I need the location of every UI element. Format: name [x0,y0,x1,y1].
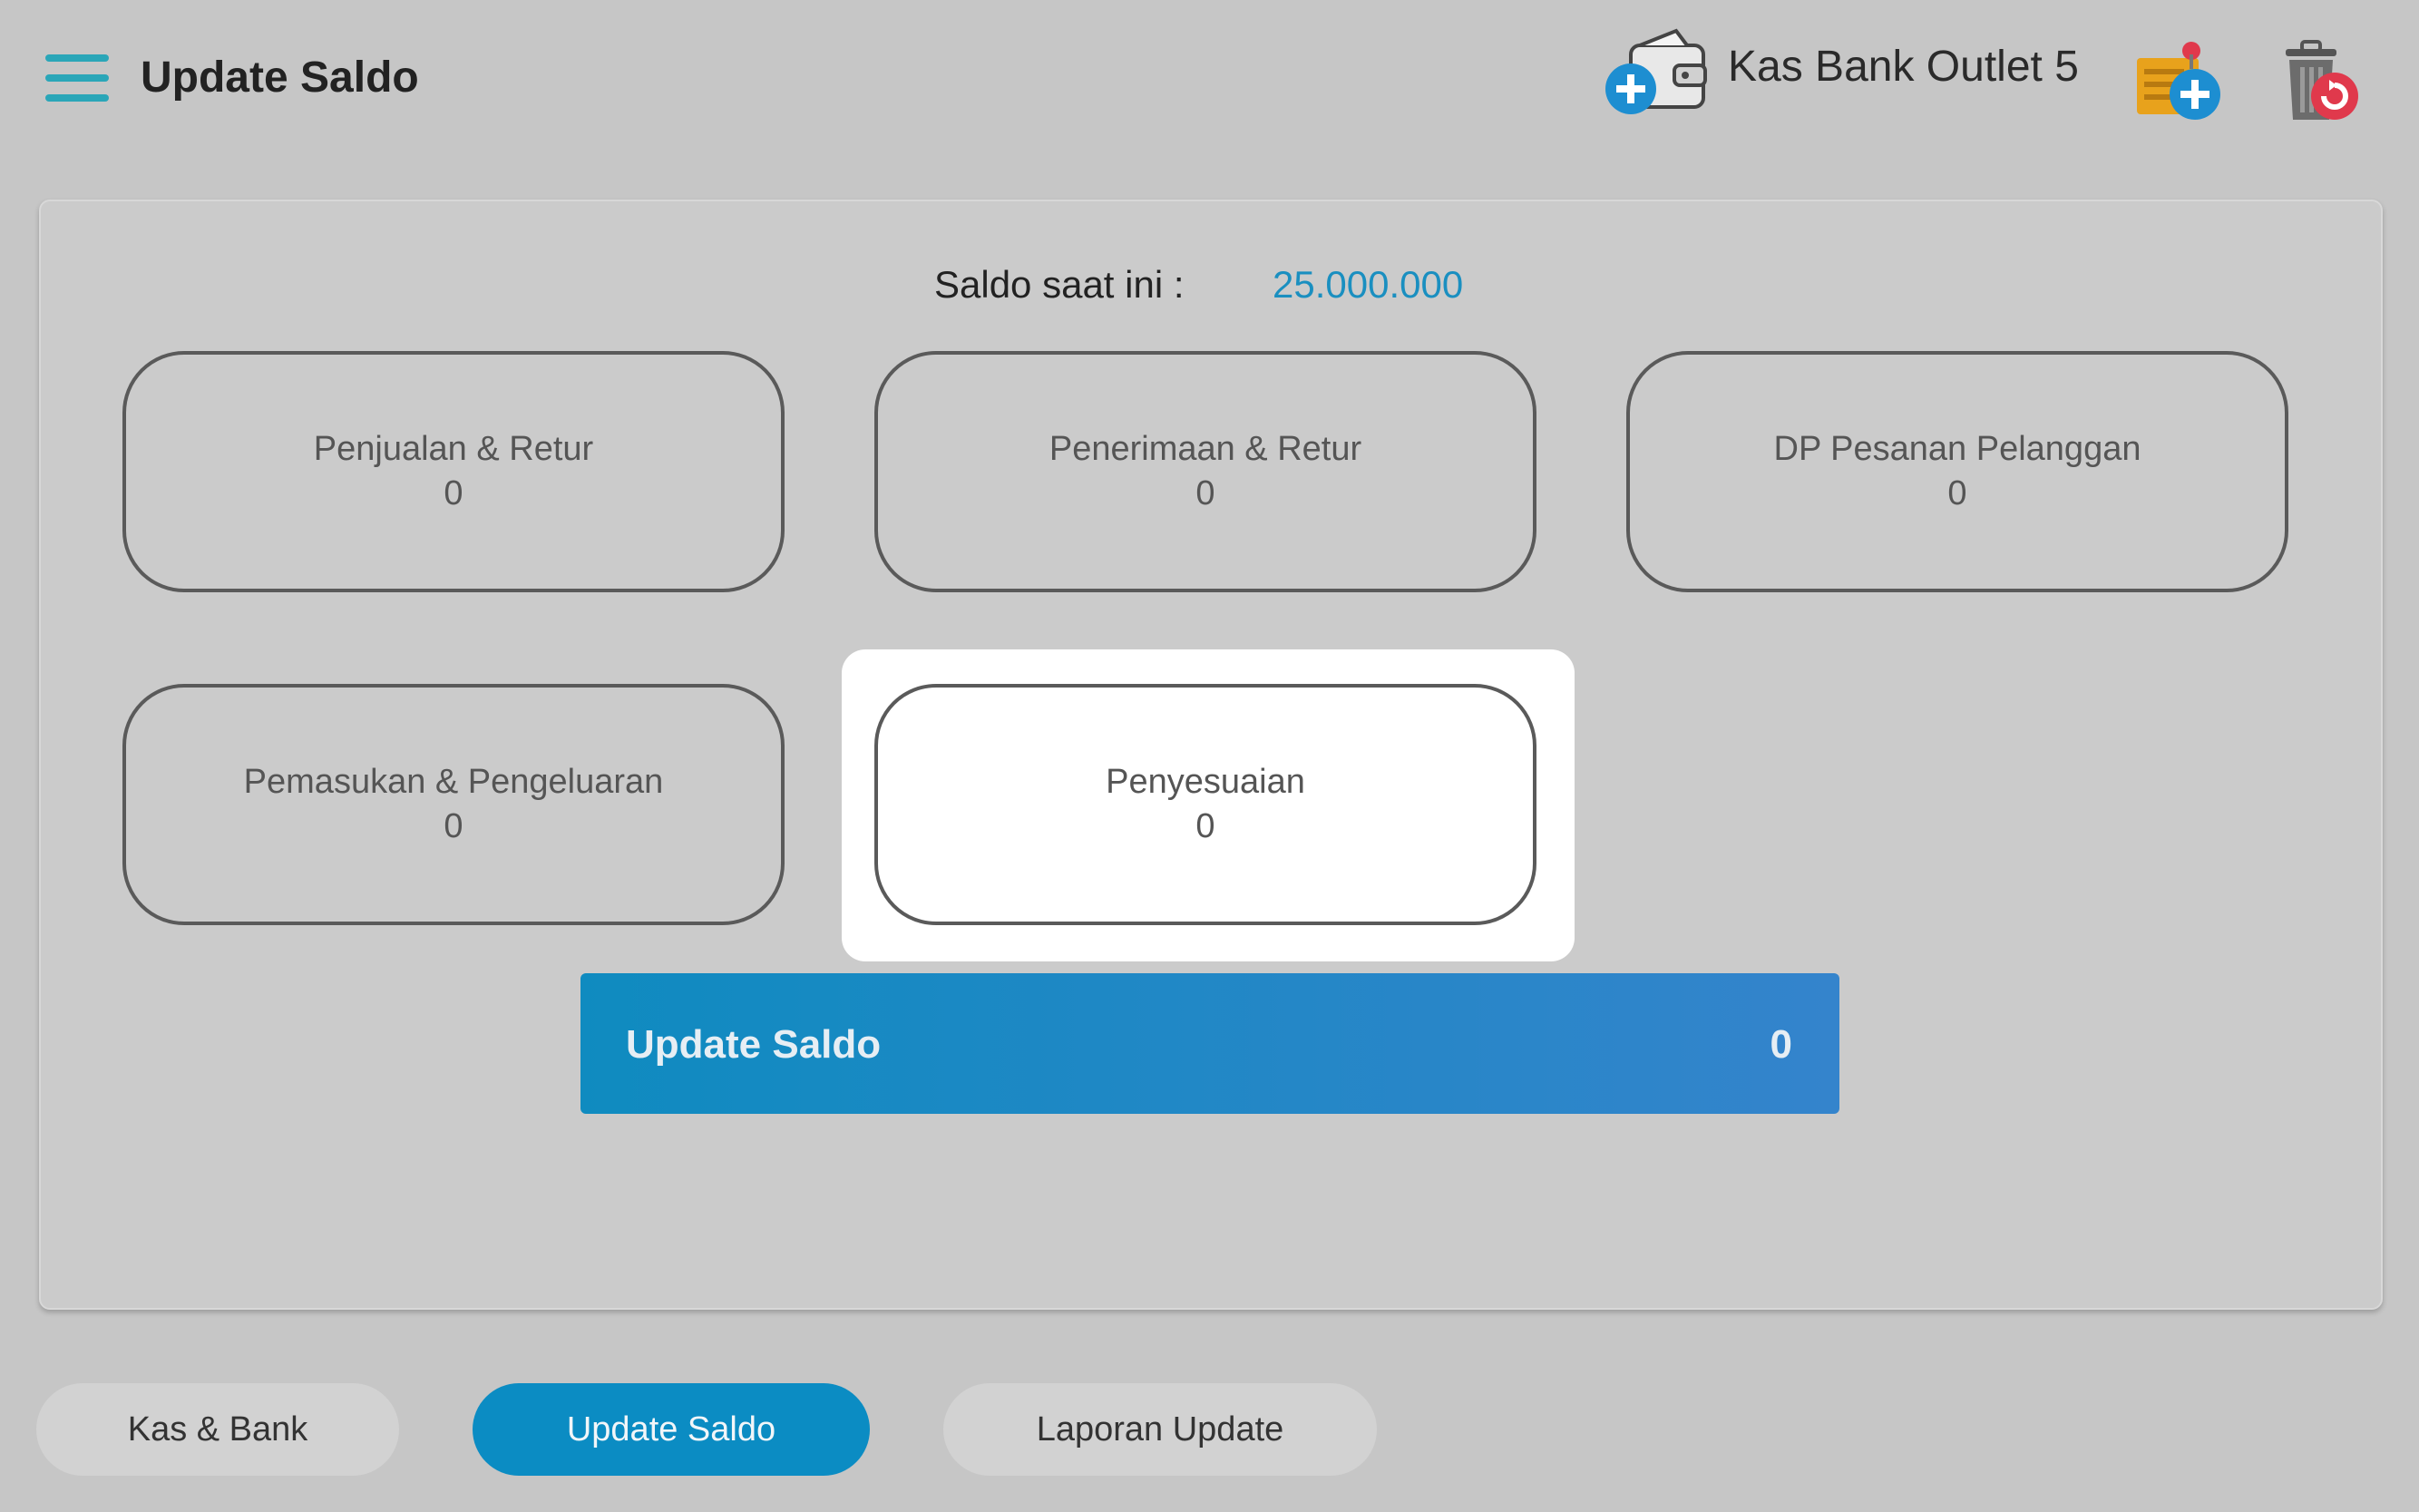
app-header: Update Saldo Kas Bank Outlet 5 [0,0,2419,163]
category-value: 0 [1195,807,1215,845]
category-label: DP Pesanan Pelanggan [1773,430,2141,468]
current-balance-value: 25.000.000 [1273,263,1464,306]
trash-restore-icon[interactable] [2277,36,2364,127]
outlet-name[interactable]: Kas Bank Outlet 5 [1728,42,2079,92]
wallet-add-icon[interactable] [1604,25,1711,118]
category-value: 0 [444,474,463,512]
update-saldo-label: Update Saldo [626,1022,882,1067]
tab-laporan-update[interactable]: Laporan Update [943,1383,1377,1476]
category-label: Penyesuaian [1106,763,1305,801]
current-balance-label: Saldo saat ini : [934,263,1185,306]
tab-update-saldo[interactable]: Update Saldo [473,1383,870,1476]
category-penyesuaian[interactable]: Penyesuaian 0 [874,684,1536,925]
category-value: 0 [1195,474,1215,512]
update-saldo-button[interactable]: Update Saldo 0 [580,973,1839,1114]
update-saldo-value: 0 [1770,1022,1792,1067]
category-value: 0 [1947,474,1967,512]
tab-kas-bank[interactable]: Kas & Bank [36,1383,399,1476]
category-penerimaan-retur[interactable]: Penerimaan & Retur 0 [874,351,1536,592]
category-dp-pesanan-pelanggan[interactable]: DP Pesanan Pelanggan 0 [1626,351,2288,592]
category-penjualan-retur[interactable]: Penjualan & Retur 0 [122,351,785,592]
category-value: 0 [444,807,463,845]
category-label: Pemasukan & Pengeluaran [243,763,664,801]
category-pemasukan-pengeluaran[interactable]: Pemasukan & Pengeluaran 0 [122,684,785,925]
category-label: Penerimaan & Retur [1049,430,1362,468]
category-label: Penjualan & Retur [313,430,594,468]
page-title: Update Saldo [141,54,419,102]
note-add-icon[interactable] [2131,38,2224,125]
menu-icon[interactable] [45,54,109,105]
